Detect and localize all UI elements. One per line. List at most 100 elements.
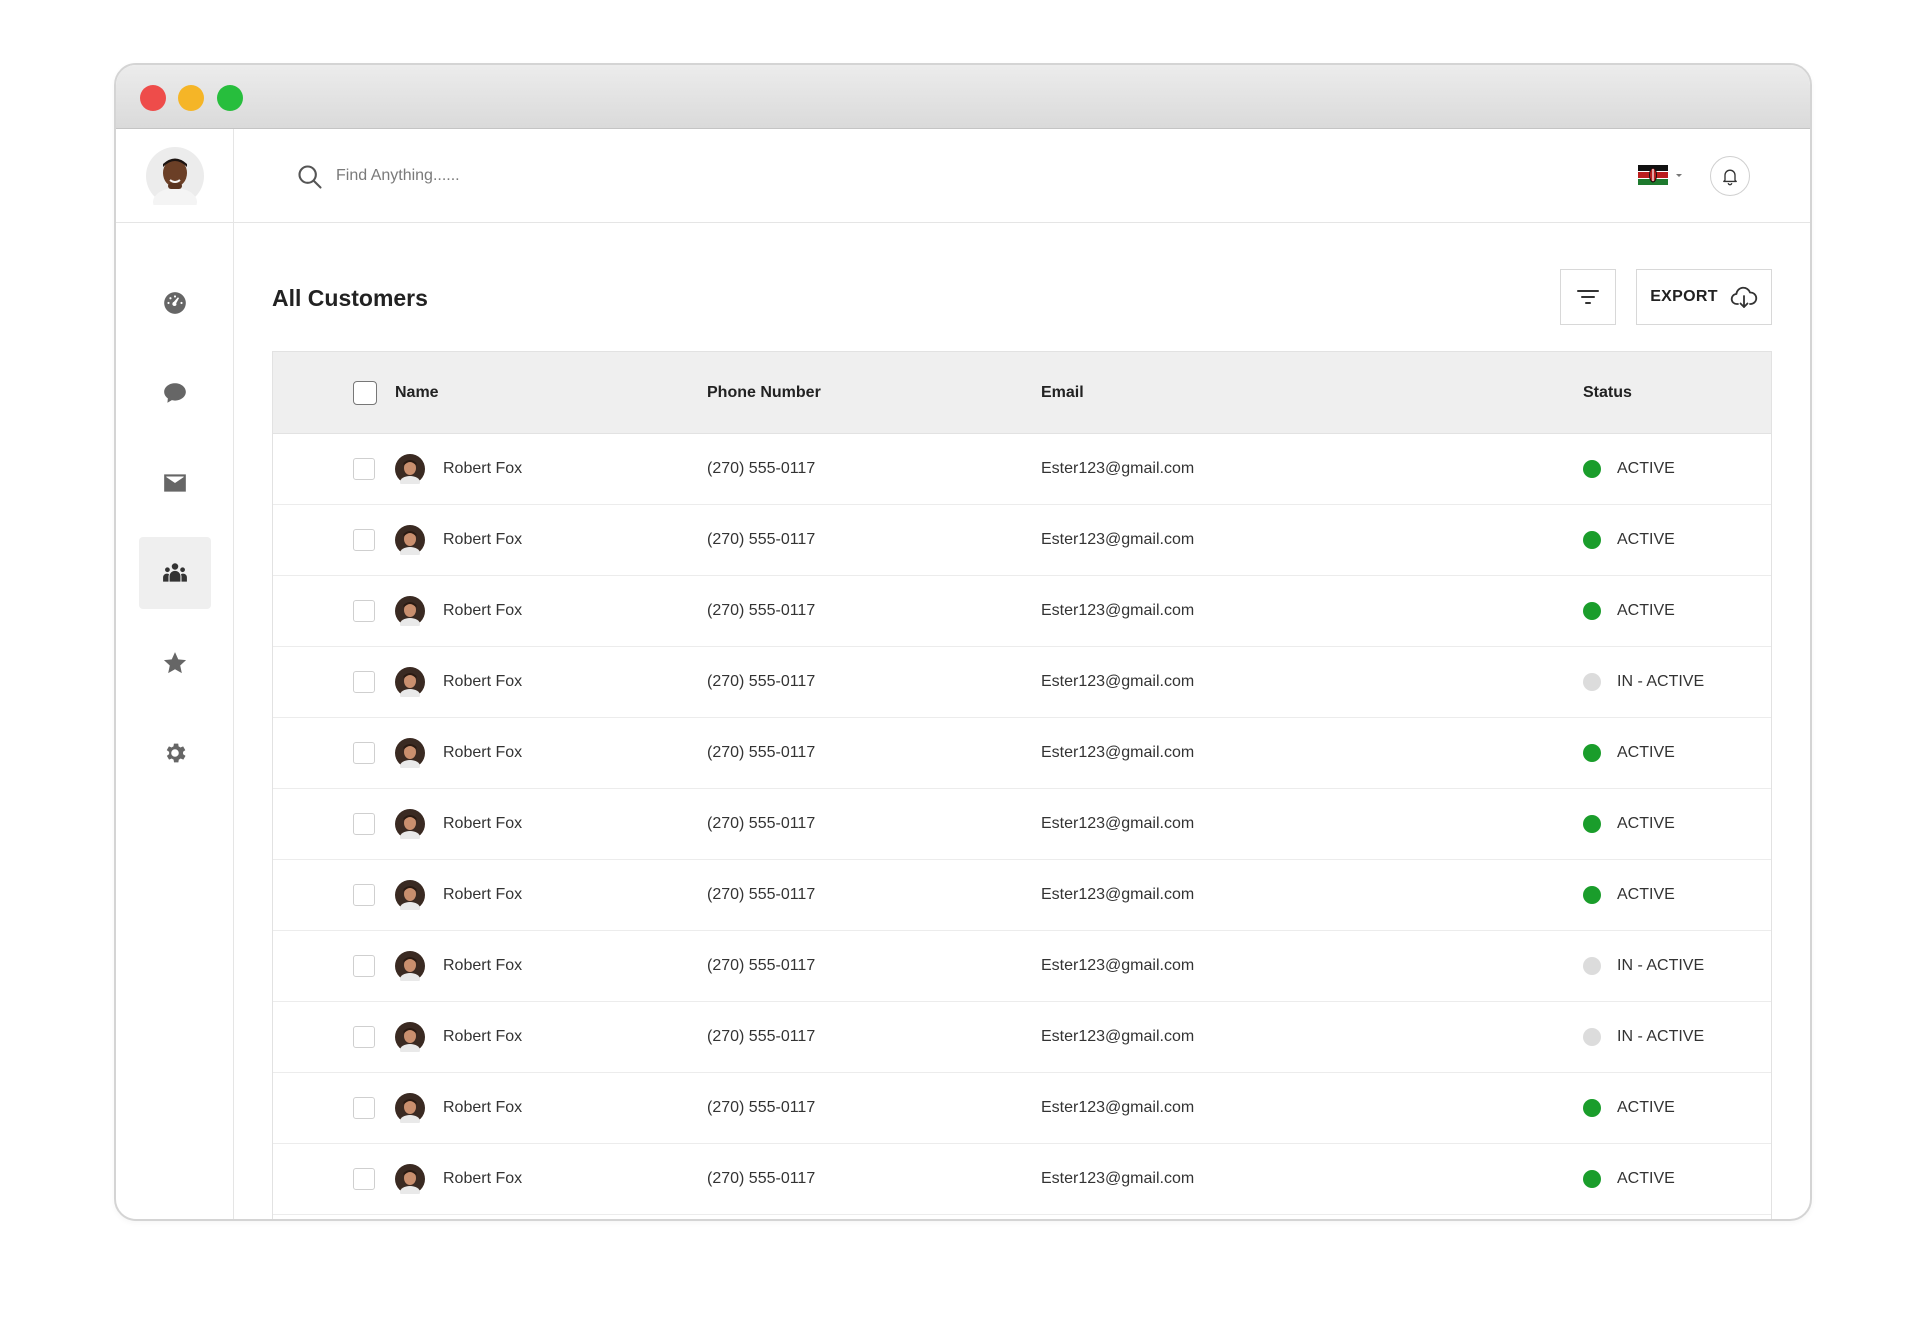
row-checkbox[interactable] — [353, 1026, 375, 1048]
customer-status-cell: ACTIVE — [1583, 860, 1675, 930]
table-row[interactable]: Robert Fox (270) 555-0117 Ester123@gmail.c… — [273, 931, 1771, 1002]
select-all-checkbox[interactable] — [353, 380, 377, 405]
customer-email: Ester123@gmail.com — [1041, 673, 1195, 690]
search-input[interactable] — [336, 159, 756, 193]
customer-email: Ester123@gmail.com — [1041, 886, 1195, 903]
row-checkbox[interactable] — [353, 742, 375, 764]
close-window-button[interactable] — [140, 85, 166, 111]
status-dot — [1583, 1028, 1601, 1046]
row-checkbox[interactable] — [353, 1168, 375, 1190]
row-checkbox[interactable] — [353, 813, 375, 835]
customer-status-cell: IN - ACTIVE — [1583, 931, 1704, 1001]
sidebar-item-favorites[interactable] — [139, 627, 211, 699]
row-select-cell — [353, 1002, 375, 1072]
status-dot — [1583, 957, 1601, 975]
customer-status-cell: ACTIVE — [1583, 718, 1675, 788]
notifications-button[interactable] — [1710, 156, 1750, 196]
sidebar-item-customers[interactable] — [138, 537, 211, 609]
sidebar-item-settings[interactable] — [139, 717, 211, 789]
table-row[interactable]: Robert Fox (270) 555-0117 Ester123@gmail.c… — [273, 1002, 1771, 1073]
row-checkbox[interactable] — [353, 671, 375, 693]
customer-status-cell: IN - ACTIVE — [1583, 1002, 1704, 1072]
customer-status-cell: ACTIVE — [1583, 789, 1675, 859]
customer-name: Robert Fox — [443, 744, 523, 761]
column-header-phone[interactable]: Phone Number — [707, 352, 821, 433]
status-dot — [1583, 673, 1601, 691]
dashboard-gauge-icon — [163, 292, 186, 314]
row-checkbox[interactable] — [353, 600, 375, 622]
column-header-name[interactable]: Name — [395, 352, 439, 433]
settings-gear-icon — [166, 743, 186, 763]
search-icon[interactable] — [296, 163, 324, 191]
sidebar-item-dashboard[interactable] — [139, 267, 211, 339]
customer-phone: (270) 555-0117 — [707, 1028, 816, 1045]
row-select-cell — [353, 1144, 375, 1214]
status-badge: ACTIVE — [1617, 1170, 1675, 1187]
row-select-cell — [353, 434, 375, 504]
sidebar — [116, 129, 234, 1219]
table-row[interactable]: Robert Fox (270) 555-0117 Ester123@gmail.c… — [273, 718, 1771, 789]
customer-name-cell: Robert Fox — [395, 931, 522, 1001]
status-badge: ACTIVE — [1617, 815, 1675, 832]
customer-name: Robert Fox — [443, 1099, 523, 1116]
status-badge: ACTIVE — [1617, 460, 1675, 477]
customer-status-cell: ACTIVE — [1583, 576, 1675, 646]
language-selector[interactable] — [1638, 165, 1684, 185]
table-row[interactable]: Robert Fox (270) 555-0117 Ester123@gmail.c… — [273, 505, 1771, 576]
row-checkbox[interactable] — [353, 529, 375, 551]
table-row[interactable]: Robert Fox (270) 555-0117 Ester123@gmail.c… — [273, 1144, 1771, 1215]
customer-avatar — [395, 738, 425, 768]
customer-email: Ester123@gmail.com — [1041, 815, 1195, 832]
row-select-cell — [353, 718, 375, 788]
status-badge: ACTIVE — [1617, 602, 1675, 619]
customer-name: Robert Fox — [443, 886, 523, 903]
customer-avatar — [395, 951, 425, 981]
customer-name-cell: Robert Fox — [395, 505, 522, 575]
export-button[interactable]: EXPORT — [1636, 269, 1772, 325]
user-avatar[interactable] — [145, 146, 204, 205]
row-checkbox[interactable] — [353, 458, 375, 480]
table-row[interactable]: Robert Fox (270) 555-0117 Ester123@gmail.c… — [273, 860, 1771, 931]
status-badge: ACTIVE — [1617, 1099, 1675, 1116]
status-dot — [1583, 531, 1601, 549]
sidebar-item-mail[interactable] — [139, 447, 211, 519]
filter-button[interactable] — [1560, 269, 1616, 325]
table-row[interactable]: Robert Fox (270) 555-0117 Ester123@gmail.c… — [273, 576, 1771, 647]
table-body: Robert Fox (270) 555-0117 Ester123@gmail.c… — [273, 434, 1771, 1215]
row-checkbox[interactable] — [353, 1097, 375, 1119]
row-checkbox[interactable] — [353, 884, 375, 906]
column-header-status[interactable]: Status — [1583, 352, 1632, 433]
column-header-email[interactable]: Email — [1041, 352, 1084, 433]
row-select-cell — [353, 789, 375, 859]
customer-avatar — [395, 809, 425, 839]
customer-name: Robert Fox — [443, 1170, 523, 1187]
table-row[interactable]: Robert Fox (270) 555-0117 Ester123@gmail.c… — [273, 647, 1771, 718]
customers-table: Name Phone Number Email Status Robert Fo… — [272, 351, 1772, 1219]
table-row[interactable]: Robert Fox (270) 555-0117 Ester123@gmail.c… — [273, 1073, 1771, 1144]
maximize-window-button[interactable] — [217, 85, 243, 111]
chevron-down-icon — [1676, 174, 1682, 177]
minimize-window-button[interactable] — [178, 85, 204, 111]
customer-phone: (270) 555-0117 — [707, 815, 816, 832]
row-select-cell — [353, 931, 375, 1001]
customer-avatar — [395, 596, 425, 626]
status-badge: IN - ACTIVE — [1617, 673, 1705, 690]
customer-email: Ester123@gmail.com — [1041, 1028, 1195, 1045]
row-select-cell — [353, 1073, 375, 1143]
window-titlebar — [116, 65, 1810, 129]
sidebar-profile — [116, 129, 233, 223]
customer-phone: (270) 555-0117 — [707, 886, 816, 903]
customer-email: Ester123@gmail.com — [1041, 1170, 1195, 1187]
customer-email: Ester123@gmail.com — [1041, 460, 1195, 477]
page-title: All Customers — [272, 285, 428, 311]
customer-name-cell: Robert Fox — [395, 1144, 522, 1214]
customer-name-cell: Robert Fox — [395, 1002, 522, 1072]
sidebar-item-messages[interactable] — [139, 357, 211, 429]
status-badge: ACTIVE — [1617, 531, 1675, 548]
customer-email: Ester123@gmail.com — [1041, 602, 1195, 619]
table-row[interactable]: Robert Fox (270) 555-0117 Ester123@gmail.c… — [273, 789, 1771, 860]
status-dot — [1583, 1170, 1601, 1188]
customer-name-cell: Robert Fox — [395, 718, 522, 788]
table-row[interactable]: Robert Fox (270) 555-0117 Ester123@gmail.c… — [273, 434, 1771, 505]
row-checkbox[interactable] — [353, 955, 375, 977]
